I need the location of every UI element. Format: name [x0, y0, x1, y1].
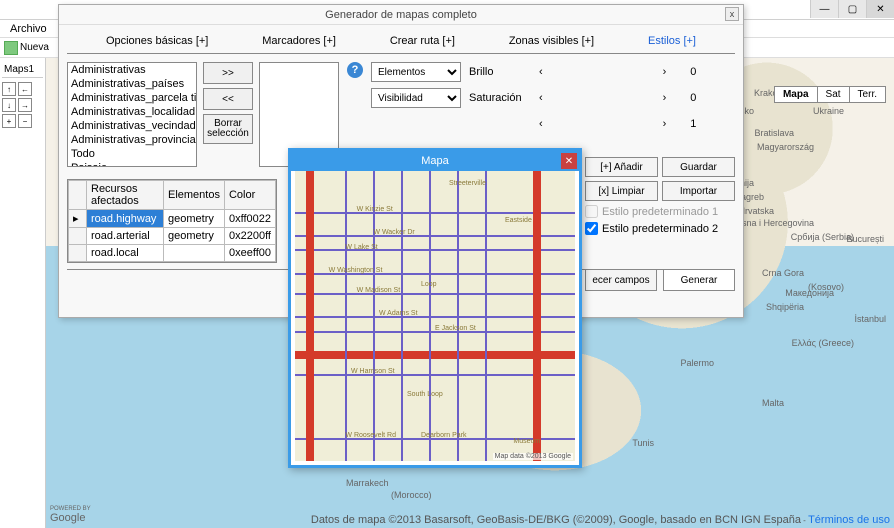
remove-button[interactable]: <<	[203, 88, 253, 110]
help-icon[interactable]: ?	[347, 62, 363, 78]
saturacion-value: 0	[676, 92, 696, 104]
add-button[interactable]: >>	[203, 62, 253, 84]
brillo-inc[interactable]: ›	[659, 66, 671, 78]
google-logo: POWERED BY Google	[50, 506, 91, 524]
dialog-title: Generador de mapas completo x	[59, 5, 743, 25]
bg-label: Bratislava	[754, 128, 794, 138]
list-item[interactable]: Administrativas_provincia	[68, 133, 196, 147]
popup-title: Mapa ✕	[291, 151, 579, 171]
tab-marcadores[interactable]: Marcadores [+]	[258, 33, 340, 49]
bg-label: Magyarország	[757, 142, 814, 152]
saturacion-inc[interactable]: ›	[659, 92, 671, 104]
zoom-in-icon[interactable]: +	[2, 114, 16, 128]
nav-right-icon[interactable]: →	[18, 98, 32, 112]
resources-listbox[interactable]: Administrativas Administrativas_países A…	[67, 62, 197, 167]
bg-label: (Morocco)	[391, 490, 432, 500]
terms-link[interactable]: Términos de uso	[808, 514, 890, 526]
th-recursos[interactable]: Recursos afectados	[87, 181, 164, 210]
bg-label: Crna Gora	[762, 268, 804, 278]
bg-label: Tunis	[632, 438, 654, 448]
nav-down-icon[interactable]: ↓	[2, 98, 16, 112]
popup-map[interactable]: W Kinzie St W Wacker Dr W Lake St W Wash…	[295, 171, 575, 461]
importar-button[interactable]: Importar	[662, 181, 735, 201]
bg-label: Palermo	[680, 358, 714, 368]
table-row[interactable]: road.arterial geometry 0x2200ff	[69, 228, 276, 245]
brillo-value: 0	[676, 66, 696, 78]
maximize-button[interactable]: ▢	[838, 0, 866, 18]
saturacion-label: Saturación	[469, 92, 529, 104]
table-row[interactable]: road.local 0xeeff00	[69, 245, 276, 262]
limpiar-button[interactable]: [x] Limpiar	[585, 181, 658, 201]
maptype-control: Mapa Sat Terr.	[774, 86, 886, 103]
zoom-out-icon[interactable]: −	[18, 114, 32, 128]
bg-label: Ελλάς (Greece)	[792, 338, 854, 348]
brillo-dec[interactable]: ‹	[535, 66, 547, 78]
bg-label: Cрбија (Serbia)	[791, 232, 854, 242]
brillo-label: Brillo	[469, 66, 529, 78]
bg-label: İstanbul	[854, 314, 886, 324]
menu-archivo[interactable]: Archivo	[4, 21, 53, 37]
anadir-button[interactable]: [+] Añadir	[585, 157, 658, 177]
guardar-button[interactable]: Guardar	[662, 157, 735, 177]
tab-zonas[interactable]: Zonas visibles [+]	[505, 33, 598, 49]
clear-selection-button[interactable]: Borrar selección	[203, 114, 253, 144]
left-panel: Maps1 ↑ ← ↓ → + −	[0, 58, 46, 528]
nav-up-icon[interactable]: ↑	[2, 82, 16, 96]
list-item[interactable]: Administrativas_países	[68, 77, 196, 91]
map-preview-popup: Mapa ✕ W Kinzie St W Wacker Dr W Lake St	[288, 148, 582, 468]
bg-label: (Kosovo)	[808, 282, 844, 292]
preset2-checkbox[interactable]: Estilo predeterminado 2	[585, 222, 735, 235]
bg-label: Ukraine	[813, 106, 844, 116]
visibilidad-select[interactable]: Visibilidad	[371, 88, 461, 108]
elementos-select[interactable]: Elementos	[371, 62, 461, 82]
tab-ruta[interactable]: Crear ruta [+]	[386, 33, 459, 49]
tab-estilos[interactable]: Estilos [+]	[644, 33, 700, 49]
slider3-inc[interactable]: ›	[659, 118, 671, 130]
maptype-terr[interactable]: Terr.	[850, 87, 885, 102]
popup-attribution: Map data ©2013 Google	[493, 453, 573, 460]
th-elementos[interactable]: Elementos	[164, 181, 225, 210]
map-tab[interactable]: Maps1	[2, 62, 43, 78]
maptype-sat[interactable]: Sat	[818, 87, 850, 102]
list-item[interactable]: Administrativas_parcela tierra	[68, 91, 196, 105]
tab-opciones[interactable]: Opciones básicas [+]	[102, 33, 212, 49]
close-button[interactable]: ✕	[866, 0, 894, 18]
bg-label: București	[846, 234, 884, 244]
slider3-value: 1	[676, 118, 696, 130]
minimize-button[interactable]: —	[810, 0, 838, 18]
establecer-button[interactable]: ecer campos	[585, 269, 657, 291]
saturacion-dec[interactable]: ‹	[535, 92, 547, 104]
bg-label: Malta	[762, 398, 784, 408]
table-row[interactable]: ▸ road.highway geometry 0xff0022	[69, 210, 276, 228]
list-item[interactable]: Paisaje	[68, 161, 196, 167]
generar-button[interactable]: Generar	[663, 269, 735, 291]
bg-label: Македонија	[785, 288, 834, 298]
list-item[interactable]: Todo	[68, 147, 196, 161]
list-item[interactable]: Administrativas_vecindad	[68, 119, 196, 133]
preset1-checkbox: Estilo predeterminado 1	[585, 205, 735, 218]
bg-label: Shqipëria	[766, 302, 804, 312]
bg-label: Marrakech	[346, 478, 389, 488]
map-attribution: Datos de mapa ©2013 Basarsoft, GeoBasis-…	[311, 514, 890, 526]
styles-table: Recursos afectados Elementos Color ▸ roa…	[68, 180, 276, 262]
list-item[interactable]: Administrativas	[68, 63, 196, 77]
list-item[interactable]: Administrativas_localidad	[68, 105, 196, 119]
dialog-close-button[interactable]: x	[725, 7, 739, 21]
th-color[interactable]: Color	[224, 181, 275, 210]
new-doc-label: Nueva	[20, 42, 49, 53]
slider3-dec[interactable]: ‹	[535, 118, 547, 130]
maptype-mapa[interactable]: Mapa	[775, 87, 818, 102]
new-doc-icon[interactable]	[4, 41, 18, 55]
nav-left-icon[interactable]: ←	[18, 82, 32, 96]
popup-close-button[interactable]: ✕	[561, 153, 577, 169]
